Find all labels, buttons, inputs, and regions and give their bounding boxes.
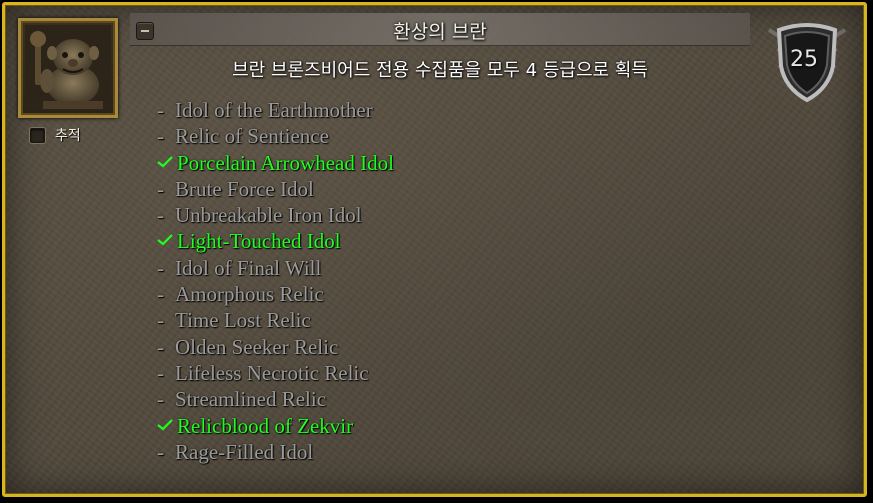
dash-marker: - <box>157 308 164 333</box>
criteria-item: - Rage-Filled Idol <box>157 439 394 465</box>
criteria-item: - Olden Seeker Relic <box>157 334 394 360</box>
dash-marker: - <box>157 124 164 149</box>
criteria-label: Idol of the Earthmother <box>175 98 373 122</box>
criteria-label: Brute Force Idol <box>175 176 314 201</box>
criteria-label: Olden Seeker Relic <box>175 334 339 359</box>
criteria-label: Amorphous Relic <box>175 282 324 307</box>
dwarf-statue-icon <box>25 25 111 111</box>
dash-marker: - <box>157 334 164 359</box>
achievement-points: 25 <box>790 47 818 72</box>
criteria-item: Light-Touched Idol <box>157 228 394 254</box>
criteria-item: - Idol of the Earthmother <box>157 97 394 123</box>
achievement-title: 환상의 브란 <box>393 21 487 43</box>
criteria-item: - Time Lost Relic <box>157 307 394 333</box>
criteria-label: Lifeless Necrotic Relic <box>175 360 369 385</box>
criteria-label: Streamlined Relic <box>175 387 327 412</box>
criteria-item: - Relic of Sentience <box>157 123 394 149</box>
achievement-panel: 추적 환상의 브란 브란 브론즈비어드 전용 수집품을 모두 4 등급으로 획득… <box>2 2 867 497</box>
criteria-label: Relic of Sentience <box>175 124 329 149</box>
criteria-item: - Streamlined Relic <box>157 386 394 412</box>
criteria-item: - Brute Force Idol <box>157 176 394 202</box>
criteria-item: Porcelain Arrowhead Idol <box>157 150 394 176</box>
criteria-label: Rage-Filled Idol <box>175 439 314 464</box>
criteria-item: - Idol of Final Will <box>157 255 394 281</box>
criteria-item: - Unbreakable Iron Idol <box>157 202 394 228</box>
criteria-label: Unbreakable Iron Idol <box>175 203 362 228</box>
dash-marker: - <box>157 255 164 280</box>
criteria-list: - Idol of the Earthmother - Relic of Sentie… <box>157 97 394 465</box>
title-bar: 환상의 브란 <box>130 13 750 46</box>
dash-marker: - <box>157 203 164 228</box>
checkmark-icon <box>157 148 177 174</box>
criteria-label: Relicblood of Zekvir <box>177 413 354 438</box>
dash-marker: - <box>157 439 164 464</box>
track-checkbox[interactable] <box>30 127 45 143</box>
criteria-item: Relicblood of Zekvir <box>157 413 394 439</box>
criteria-label: Idol of Final Will <box>175 255 322 280</box>
criteria-label: Light-Touched Idol <box>177 229 341 254</box>
checkmark-icon <box>157 411 177 437</box>
achievement-description: 브란 브론즈비어드 전용 수집품을 모두 4 등급으로 획득 <box>232 60 648 81</box>
track-toggle[interactable]: 추적 <box>30 126 81 144</box>
achievement-icon-frame <box>18 18 118 118</box>
dash-marker: - <box>157 176 164 201</box>
dash-marker: - <box>157 282 164 307</box>
criteria-item: - Lifeless Necrotic Relic <box>157 360 394 386</box>
checkmark-icon <box>157 226 177 252</box>
criteria-label: Time Lost Relic <box>175 308 311 333</box>
dash-marker: - <box>157 98 164 122</box>
criteria-label: Porcelain Arrowhead Idol <box>177 150 394 175</box>
dash-marker: - <box>157 360 164 385</box>
dash-marker: - <box>157 387 164 412</box>
criteria-item: - Amorphous Relic <box>157 281 394 307</box>
track-label: 추적 <box>55 128 81 144</box>
